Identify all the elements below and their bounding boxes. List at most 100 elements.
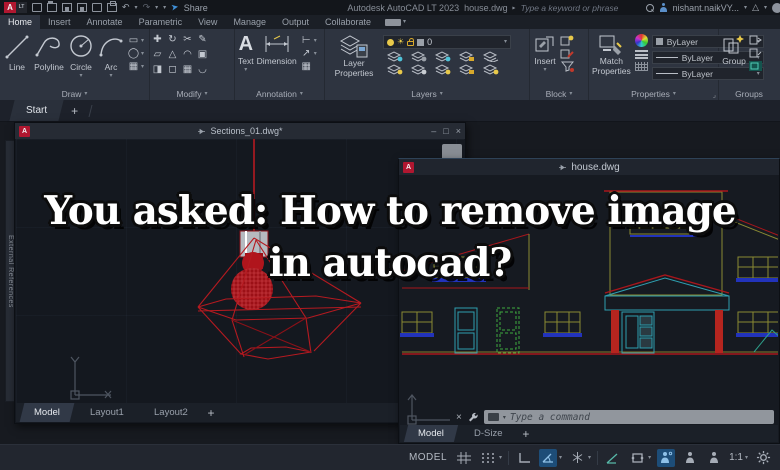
- sections-layout2-tab[interactable]: Layout2: [139, 403, 202, 422]
- command-close-icon[interactable]: ×: [456, 412, 462, 423]
- tab-manage[interactable]: Manage: [225, 15, 274, 29]
- layers-panel-label[interactable]: Layers ▾: [325, 88, 529, 100]
- grid-display-toggle[interactable]: [455, 449, 473, 467]
- sections-window-title-bar[interactable]: A Sections_01.dwg* – □ ×: [15, 123, 465, 139]
- layer-previous-icon[interactable]: [411, 64, 427, 75]
- osnap-caret-icon[interactable]: ▾: [648, 454, 651, 461]
- command-input[interactable]: [509, 411, 770, 423]
- save-icon[interactable]: [62, 3, 72, 12]
- tab-annotate[interactable]: Annotate: [79, 15, 131, 29]
- annotation-scale-value[interactable]: 1:1: [729, 452, 743, 463]
- draw-panel-label[interactable]: Draw ▾: [0, 88, 149, 100]
- sections-new-layout-button[interactable]: +: [208, 406, 215, 420]
- dimension-tool[interactable]: Dimension: [257, 33, 297, 66]
- lineweight-icon[interactable]: [634, 62, 648, 71]
- tab-parametric[interactable]: Parametric: [131, 15, 191, 29]
- linear-dimension-tool[interactable]: ⊢ ▾: [300, 35, 317, 46]
- autoscale-toggle[interactable]: [681, 449, 699, 467]
- tab-collaborate[interactable]: Collaborate: [317, 15, 379, 29]
- share-icon[interactable]: ➤: [170, 1, 179, 13]
- group-selection-icon[interactable]: [749, 61, 762, 71]
- properties-panel-label[interactable]: Properties ▾: [589, 88, 718, 100]
- undo-caret-icon[interactable]: ▾: [135, 5, 138, 11]
- layer-on-icon[interactable]: [387, 38, 394, 46]
- search-input[interactable]: [520, 2, 641, 13]
- linetype-icon[interactable]: [634, 50, 648, 59]
- text-flyout-caret-icon[interactable]: ▾: [244, 67, 247, 73]
- offset-tool[interactable]: ◡: [196, 64, 209, 75]
- color-wheel-icon[interactable]: [634, 34, 648, 47]
- tab-home[interactable]: Home: [0, 15, 41, 29]
- house-dsize-tab[interactable]: D-Size: [460, 425, 517, 442]
- array-tool[interactable]: ▦: [181, 64, 194, 75]
- snap-mode-toggle[interactable]: [479, 449, 497, 467]
- layer-lock-fade-icon[interactable]: [459, 64, 475, 75]
- group-edit-icon[interactable]: [749, 48, 762, 58]
- ungroup-icon[interactable]: [749, 35, 762, 45]
- annotation-panel-label[interactable]: Annotation ▾: [235, 88, 324, 100]
- annotation-scale-person-icon[interactable]: [705, 449, 723, 467]
- text-tool[interactable]: A Text ▾: [238, 33, 254, 73]
- new-file-icon[interactable]: [32, 3, 42, 12]
- polar-caret-icon[interactable]: ▾: [559, 454, 562, 461]
- arc-tool[interactable]: Arc ▾: [98, 33, 124, 79]
- line-tool[interactable]: Line: [3, 33, 31, 72]
- layer-match-icon[interactable]: [483, 51, 499, 62]
- redo-caret-icon[interactable]: ▾: [155, 5, 158, 11]
- layer-isolate-icon[interactable]: [387, 51, 403, 62]
- layer-dropdown-caret-icon[interactable]: ▾: [504, 39, 507, 45]
- hatch-tool[interactable]: ▦ ▾: [127, 61, 144, 72]
- ribbon-display-toggle[interactable]: ▾: [379, 15, 412, 29]
- layer-merge-icon[interactable]: [483, 64, 499, 75]
- house-new-layout-button[interactable]: +: [522, 427, 529, 441]
- isometric-drafting-toggle[interactable]: [568, 449, 586, 467]
- user-menu-caret-icon[interactable]: ▾: [744, 5, 747, 11]
- layer-thaw-icon[interactable]: ☀: [397, 38, 404, 46]
- house-model-tab[interactable]: Model: [403, 425, 458, 442]
- match-properties-button[interactable]: Match Properties: [592, 33, 631, 77]
- share-label[interactable]: Share: [184, 3, 208, 13]
- new-drawing-tab-button[interactable]: +: [71, 105, 78, 117]
- group-button[interactable]: Group: [722, 33, 746, 67]
- explode-tool[interactable]: ▣: [196, 49, 209, 60]
- snap-caret-icon[interactable]: ▾: [499, 454, 502, 461]
- redo-icon[interactable]: ↷: [143, 3, 151, 12]
- rectangle-tool[interactable]: ▭ ▾: [127, 35, 144, 46]
- object-snap-tracking-toggle[interactable]: [604, 449, 622, 467]
- ellipse-tool[interactable]: ◯ ▾: [127, 48, 144, 59]
- rotate-tool[interactable]: ↻: [166, 34, 179, 45]
- maximize-button[interactable]: □: [443, 126, 448, 136]
- edit-block-icon[interactable]: [560, 48, 574, 59]
- plot-icon[interactable]: [107, 1, 117, 12]
- insert-block-button[interactable]: Insert ▾: [533, 33, 557, 73]
- command-recent-icon[interactable]: [487, 413, 499, 421]
- copy-tool[interactable]: ▱: [151, 49, 164, 60]
- command-caret-icon[interactable]: ▾: [503, 414, 506, 421]
- scale-caret-icon[interactable]: ▾: [745, 454, 748, 461]
- open-file-icon[interactable]: [47, 1, 57, 12]
- table-tool[interactable]: ▦: [300, 61, 317, 72]
- modify-panel-label[interactable]: Modify ▾: [150, 88, 234, 100]
- signed-in-user[interactable]: nishant.naikVY...: [673, 3, 739, 13]
- mirror-tool[interactable]: △: [166, 49, 179, 60]
- undo-icon[interactable]: ↶: [122, 3, 130, 12]
- block-panel-label[interactable]: Block ▾: [530, 88, 588, 100]
- autocad-logo-icon[interactable]: A LT: [4, 2, 27, 13]
- layer-walk-icon[interactable]: [435, 64, 451, 75]
- layer-properties-button[interactable]: Layer Properties: [328, 33, 380, 79]
- start-tab[interactable]: Start: [9, 100, 64, 121]
- user-avatar-icon[interactable]: [659, 3, 668, 12]
- block-attributes-icon[interactable]: [560, 61, 574, 72]
- house-window-title-bar[interactable]: A house.dwg: [399, 159, 779, 175]
- minimize-button[interactable]: –: [431, 126, 436, 136]
- stretch-tool[interactable]: ◨: [151, 64, 164, 75]
- tab-output[interactable]: Output: [274, 15, 317, 29]
- groups-panel-label[interactable]: Groups: [719, 88, 779, 100]
- polyline-tool[interactable]: Polyline: [34, 33, 64, 72]
- create-block-icon[interactable]: [560, 35, 574, 46]
- isodraft-caret-icon[interactable]: ▾: [588, 454, 591, 461]
- model-space-toggle[interactable]: MODEL: [409, 452, 447, 463]
- tab-view[interactable]: View: [190, 15, 225, 29]
- search-icon[interactable]: [645, 3, 654, 12]
- polar-tracking-toggle[interactable]: [539, 448, 558, 467]
